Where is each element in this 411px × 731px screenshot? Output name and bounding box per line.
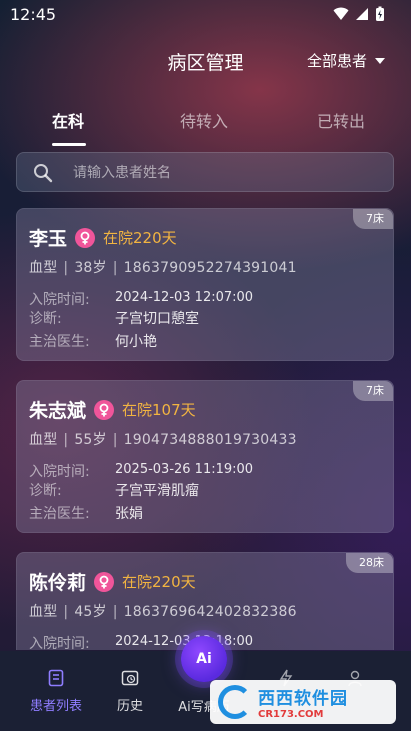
admit-time-label: 入院时间: — [29, 292, 90, 308]
blood-type: 血型 — [29, 604, 58, 620]
admit-time-label: 入院时间: — [29, 636, 90, 650]
bed-badge: 28床 — [346, 553, 393, 573]
admit-time-row: 入院时间: 2025-03-26 11:19:00 — [29, 461, 389, 481]
patient-name: 李玉 — [29, 228, 68, 250]
nav-patient-list[interactable]: 患者列表 — [16, 669, 96, 714]
admit-time-value: 2024-12-03 12:07:00 — [115, 290, 254, 305]
ai-icon: Ai — [196, 651, 212, 667]
patient-name: 朱志斌 — [29, 400, 87, 422]
watermark: 西西软件园 CR173.COM — [210, 680, 396, 724]
watermark-logo-icon — [218, 685, 252, 719]
patient-card[interactable]: 7床 朱志斌 在院107天 血型 | 55岁 | 1904734888019730433… — [16, 380, 394, 533]
watermark-url: CR173.COM — [258, 709, 324, 720]
admit-time-row: 入院时间: 2024-12-03 12:07:00 — [29, 289, 389, 309]
doctor-row: 主治医生: 何小艳 — [29, 331, 389, 351]
nav-history[interactable]: 历史 — [90, 669, 170, 714]
patient-id: 1863790952274391041 — [123, 260, 297, 276]
list-icon — [48, 669, 64, 687]
nav-label: 患者列表 — [29, 699, 82, 714]
patient-list: 7床 李玉 在院220天 血型 | 38岁 | 1863790952274391041 … — [0, 0, 411, 650]
patient-card[interactable]: 7床 李玉 在院220天 血型 | 38岁 | 1863790952274391041 … — [16, 208, 394, 361]
patient-info-line: 血型 | 45岁 | 1863769642402832386 — [29, 604, 297, 620]
stay-duration: 在院107天 — [122, 401, 196, 419]
patient-info-line: 血型 | 55岁 | 1904734888019730433 — [29, 432, 297, 448]
stay-duration: 在院220天 — [122, 573, 196, 591]
patient-info-line: 血型 | 38岁 | 1863790952274391041 — [29, 260, 297, 276]
patient-id: 1863769642402832386 — [123, 604, 297, 620]
doctor-label: 主治医生: — [29, 506, 90, 522]
blood-type: 血型 — [29, 260, 58, 276]
diagnosis-label: 诊断: — [29, 311, 62, 327]
doctor-row: 主治医生: 张娟 — [29, 503, 389, 523]
ai-button[interactable]: Ai — [181, 636, 227, 682]
blood-type: 血型 — [29, 432, 58, 448]
history-icon — [121, 670, 139, 686]
female-icon — [75, 227, 96, 248]
nav-label: 历史 — [116, 699, 143, 714]
patient-age: 45岁 — [74, 604, 107, 620]
watermark-text: 西西软件园 — [258, 689, 348, 709]
female-icon — [94, 571, 115, 592]
bed-badge: 7床 — [353, 209, 393, 229]
patient-age: 38岁 — [74, 260, 107, 276]
doctor-value: 张娟 — [115, 506, 143, 522]
admit-time-label: 入院时间: — [29, 464, 90, 480]
female-icon — [94, 399, 115, 420]
patient-id: 1904734888019730433 — [123, 432, 297, 448]
bed-badge: 7床 — [353, 381, 393, 401]
diagnosis-row: 诊断: 子宫切口憩室 — [29, 308, 389, 328]
patient-age: 55岁 — [74, 432, 107, 448]
diagnosis-label: 诊断: — [29, 483, 62, 499]
diagnosis-row: 诊断: 子宫平滑肌瘤 — [29, 480, 389, 500]
doctor-value: 何小艳 — [115, 334, 157, 350]
diagnosis-value: 子宫切口憩室 — [115, 311, 199, 327]
patient-name: 陈伶莉 — [29, 572, 87, 594]
admit-time-value: 2025-03-26 11:19:00 — [115, 462, 254, 477]
stay-duration: 在院220天 — [103, 229, 177, 247]
diagnosis-value: 子宫平滑肌瘤 — [115, 483, 199, 499]
doctor-label: 主治医生: — [29, 334, 90, 350]
